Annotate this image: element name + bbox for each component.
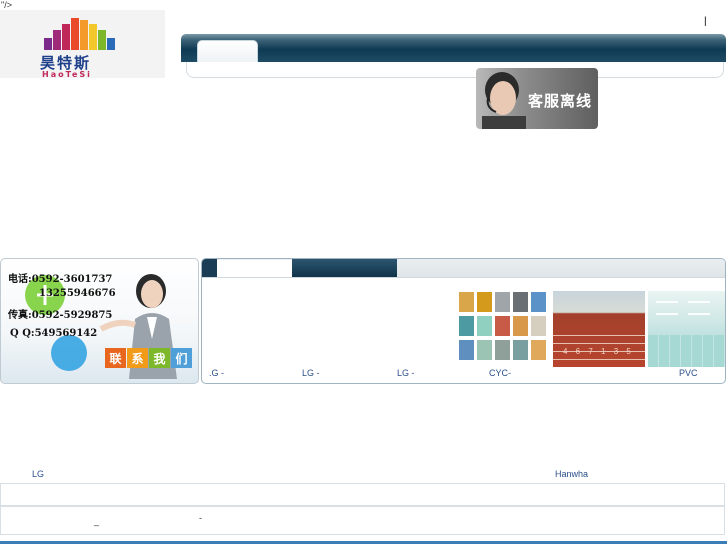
product-link[interactable]: LG - (397, 368, 415, 378)
color-swatch[interactable] (459, 316, 474, 336)
contact-us-buttons: 联 系 我 们 (105, 348, 192, 368)
products-panel: 4 6 7 1 3 5 .G - LG - LG - CYC- PVC (201, 258, 726, 384)
color-swatch[interactable] (459, 292, 474, 312)
products-tab-active[interactable] (217, 260, 292, 277)
color-swatch[interactable] (513, 316, 528, 336)
support-agent-icon (482, 72, 526, 129)
color-swatch[interactable] (531, 316, 546, 336)
footer-underscore: _ (94, 516, 100, 526)
customer-service-label: 客服离线 (528, 92, 593, 110)
color-swatch[interactable] (513, 340, 528, 360)
tab-bar-cap (202, 259, 217, 277)
product-link[interactable]: LG - (302, 368, 320, 378)
products-tab-bar (202, 259, 725, 278)
product-link[interactable]: PVC (679, 368, 698, 378)
contact-mobile: 13255946676 (39, 288, 116, 299)
color-swatch[interactable] (459, 340, 474, 360)
nav-tab-active[interactable] (197, 40, 258, 62)
running-track-image[interactable]: 4 6 7 1 3 5 (553, 291, 645, 367)
brand-link-lg[interactable]: LG (32, 469, 44, 479)
contact-us-char[interactable]: 们 (171, 348, 192, 368)
stray-text: "/> (1, 0, 12, 10)
logo-latin: HaoTeSi (42, 70, 92, 79)
contact-fax: 传真:0592-5929875 (8, 310, 113, 321)
brand-link-hanwha[interactable]: Hanwha (555, 469, 588, 479)
color-swatch[interactable] (477, 340, 492, 360)
color-swatch[interactable] (477, 316, 492, 336)
color-swatch[interactable] (531, 292, 546, 312)
main-nav-bar (181, 34, 726, 62)
contact-us-char[interactable]: 系 (127, 348, 148, 368)
track-lane-numbers: 4 6 7 1 3 5 (563, 347, 634, 356)
contact-qq: Q Q:549569142 (10, 328, 98, 339)
content-row (0, 483, 725, 506)
footer-divider (0, 541, 727, 544)
contact-us-char[interactable]: 我 (149, 348, 170, 368)
floor-room-image[interactable] (648, 291, 725, 367)
color-swatch[interactable] (513, 292, 528, 312)
color-swatch[interactable] (531, 340, 546, 360)
product-link[interactable]: .G - (209, 368, 224, 378)
logo[interactable]: 昊特斯 HaoTeSi (0, 10, 165, 79)
sub-nav-bar (186, 62, 724, 78)
contact-us-char[interactable]: 联 (105, 348, 126, 368)
color-swatch[interactable] (477, 292, 492, 312)
content-row: _ - (0, 506, 725, 535)
color-swatch[interactable] (495, 316, 510, 336)
color-swatch-grid[interactable] (459, 292, 551, 364)
products-tab-inactive[interactable] (292, 259, 397, 277)
top-right-marker: | (704, 16, 707, 27)
customer-service-banner[interactable]: 客服离线 (476, 68, 598, 129)
contact-phone: 电话:0592-3601737 (8, 274, 113, 285)
contact-panel: 电话:0592-3601737 13255946676 传真:0592-5929… (0, 258, 199, 384)
color-swatch[interactable] (495, 292, 510, 312)
color-swatch[interactable] (495, 340, 510, 360)
footer-dash: - (199, 513, 202, 523)
product-link[interactable]: CYC- (489, 368, 511, 378)
